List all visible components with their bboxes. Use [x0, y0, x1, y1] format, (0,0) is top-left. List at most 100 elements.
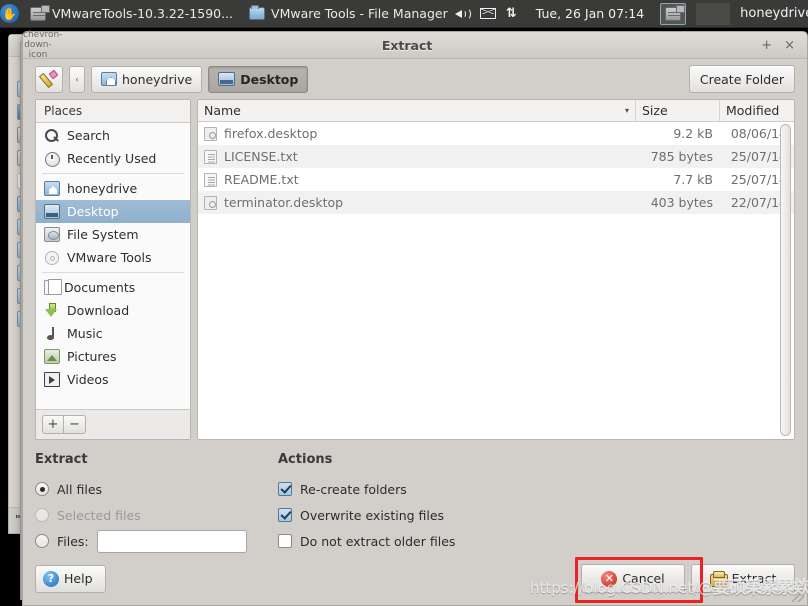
cancel-x-icon: ✕: [601, 570, 618, 587]
radio-label: Selected files: [57, 507, 141, 523]
file-name-cell: firefox.desktop: [198, 126, 636, 141]
column-header-size[interactable]: Size: [636, 100, 720, 121]
file-list: Name ▾ Size Modified firefox.desktop 9.2…: [197, 99, 795, 440]
breadcrumb-honeydrive[interactable]: honeydrive: [91, 65, 203, 93]
checkbox-indicator: [278, 508, 292, 522]
tray-spacer: [696, 2, 731, 25]
taskbar-item-vmwaretools-archive[interactable]: VMwareTools-10.3.22-1590...: [23, 2, 240, 26]
options-panel: Extract All files Selected files Files: …: [23, 450, 807, 554]
resize-grip[interactable]: [792, 590, 804, 602]
sidebar-item-label: Music: [67, 326, 103, 341]
help-label: Help: [64, 571, 93, 586]
path-toolbar: ‹ honeydrive Desktop Create Folder: [23, 59, 807, 99]
actions-options-title: Actions: [278, 452, 333, 467]
places-footer: + −: [36, 409, 190, 439]
path-scroll-left-button[interactable]: ‹: [69, 65, 85, 93]
remove-bookmark-button[interactable]: −: [64, 415, 86, 434]
breadcrumb-label: honeydrive: [122, 71, 193, 87]
extract-label: Extract: [731, 571, 777, 586]
type-location-button[interactable]: [35, 65, 63, 93]
download-arrow-icon: [44, 303, 60, 318]
file-name-cell: terminator.desktop: [198, 195, 636, 210]
checkbox-overwrite-existing-files[interactable]: Overwrite existing files: [278, 502, 455, 528]
cancel-button[interactable]: ✕ Cancel: [581, 564, 685, 593]
desktop-file-icon: [204, 126, 217, 141]
pictures-icon: [44, 349, 60, 364]
clock[interactable]: Tue, 26 Jan 07:14: [530, 6, 650, 21]
dialog-title: Extract: [381, 37, 433, 53]
taskbar: ✋ VMwareTools-10.3.22-1590... VMware Too…: [0, 0, 808, 28]
documents-icon: [44, 279, 62, 295]
table-row[interactable]: firefox.desktop 9.2 kB 08/06/14: [198, 122, 794, 145]
sidebar-item-download[interactable]: Download: [36, 299, 190, 322]
breadcrumb-desktop[interactable]: Desktop: [208, 65, 309, 93]
help-question-icon: ?: [43, 570, 59, 587]
desktop-icon: [44, 204, 60, 219]
radio-all-files[interactable]: All files: [35, 476, 278, 502]
radio-indicator: [35, 508, 49, 522]
sidebar-item-file-system[interactable]: File System: [36, 223, 190, 246]
sidebar-item-label: Download: [67, 303, 130, 318]
files-pattern-input[interactable]: [96, 529, 247, 553]
video-icon: [44, 372, 60, 387]
sidebar-divider: [42, 173, 184, 174]
help-button[interactable]: ? Help: [35, 564, 106, 593]
sidebar-item-videos[interactable]: Videos: [36, 368, 190, 391]
extract-archive-icon: [709, 571, 728, 587]
extract-button[interactable]: Extract: [691, 564, 795, 593]
scrollbar-thumb[interactable]: [780, 124, 791, 436]
file-size-cell: 7.7 kB: [673, 172, 713, 187]
music-note-icon: [44, 326, 60, 341]
archive-icon: [30, 4, 50, 21]
table-row[interactable]: README.txt 7.7 kB 25/07/14: [198, 168, 794, 191]
current-user-label[interactable]: honeydrive: [740, 6, 808, 21]
column-header-modified[interactable]: Modified: [720, 100, 794, 121]
taskbar-item-file-manager[interactable]: VMware Tools - File Manager: [242, 2, 455, 26]
network-updown-icon[interactable]: ⇅: [506, 7, 520, 21]
speaker-icon[interactable]: [454, 7, 471, 21]
file-name-label: LICENSE.txt: [224, 149, 298, 164]
checkbox-indicator: [278, 482, 292, 496]
radio-files[interactable]: Files:: [35, 528, 278, 554]
radio-selected-files: Selected files: [35, 502, 278, 528]
table-row[interactable]: terminator.desktop 403 bytes 22/07/14: [198, 191, 794, 214]
file-size-cell: 9.2 kB: [673, 126, 713, 141]
sidebar-divider: [42, 272, 184, 273]
archive-manager-tray-icon[interactable]: [660, 2, 687, 25]
sidebar-item-music[interactable]: Music: [36, 322, 190, 345]
sidebar-item-desktop[interactable]: Desktop: [36, 200, 190, 223]
file-name-label: terminator.desktop: [224, 195, 344, 210]
taskbar-item-label: VMwareTools-10.3.22-1590...: [52, 6, 234, 21]
file-list-scrollbar[interactable]: [779, 124, 792, 436]
close-button[interactable]: ×: [784, 39, 795, 52]
checkbox-re-create-folders[interactable]: Re-create folders: [278, 476, 455, 502]
create-folder-button[interactable]: Create Folder: [688, 65, 795, 93]
maximize-button[interactable]: +: [761, 39, 772, 52]
sidebar-item-search[interactable]: Search: [36, 124, 190, 147]
sidebar-item-honeydrive[interactable]: honeydrive: [36, 177, 190, 200]
sidebar-item-vmware-tools[interactable]: VMware Tools: [36, 246, 190, 269]
envelope-icon[interactable]: [479, 8, 496, 19]
radio-indicator: [35, 482, 49, 496]
sidebar-item-pictures[interactable]: Pictures: [36, 345, 190, 368]
dialog-titlebar[interactable]: chevron-down-icon Extract + ×: [23, 30, 807, 60]
extract-dialog: chevron-down-icon Extract + × ‹ honeydri…: [22, 30, 808, 606]
start-menu-button[interactable]: ✋: [0, 0, 19, 28]
desktop-file-icon: [204, 195, 217, 210]
desktop-icon: [218, 72, 236, 86]
pencil-edit-location-icon: [41, 71, 57, 87]
checkbox-label: Do not extract older files: [300, 533, 456, 549]
column-header-name[interactable]: Name ▾: [198, 100, 636, 121]
taskbar-item-label: VMware Tools - File Manager: [271, 6, 448, 21]
checkbox-do-not-extract-older-files[interactable]: Do not extract older files: [278, 528, 455, 554]
file-size-cell: 403 bytes: [650, 195, 713, 210]
sidebar-item-recently-used[interactable]: Recently Used: [36, 147, 190, 170]
file-name-label: README.txt: [224, 172, 299, 187]
sidebar-item-documents[interactable]: Documents: [36, 276, 190, 299]
file-list-header: Name ▾ Size Modified: [198, 100, 794, 122]
checkbox-indicator: [278, 534, 292, 548]
table-row[interactable]: LICENSE.txt 785 bytes 25/07/14: [198, 145, 794, 168]
search-icon: [44, 128, 60, 143]
window-menu-icon[interactable]: chevron-down-icon: [23, 30, 62, 60]
add-bookmark-button[interactable]: +: [42, 415, 64, 434]
